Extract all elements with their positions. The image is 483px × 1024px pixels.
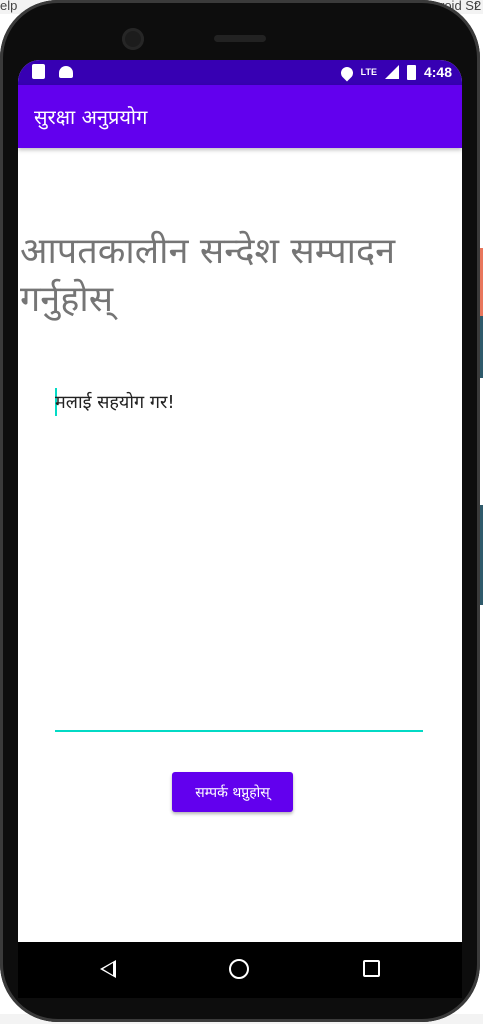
desktop-right-number: 2 bbox=[474, 0, 482, 13]
app-title: सुरक्षा अनुप्रयोग bbox=[34, 105, 148, 129]
phone-frame: LTE 4:48 सुरक्षा अनुप्रयोग आपतकालीन सन्द… bbox=[0, 0, 480, 1022]
speaker-grille bbox=[214, 35, 266, 42]
status-bar: LTE 4:48 bbox=[18, 60, 462, 85]
page-heading: आपतकालीन सन्देश सम्पादन गर्नुहोस् bbox=[20, 231, 396, 320]
recents-icon[interactable] bbox=[363, 960, 380, 977]
status-time: 4:48 bbox=[423, 64, 452, 80]
back-icon[interactable] bbox=[100, 960, 116, 978]
location-icon bbox=[338, 64, 356, 81]
emergency-message-field[interactable]: मलाई सहयोग गर! bbox=[55, 390, 175, 414]
desktop-menu-fragment: elp bbox=[0, 0, 18, 13]
camera-icon bbox=[122, 28, 144, 50]
lte-label: LTE bbox=[360, 67, 377, 77]
signal-icon bbox=[384, 65, 399, 79]
home-icon[interactable] bbox=[229, 959, 249, 979]
sd-card-icon bbox=[32, 64, 45, 79]
app-bar: सुरक्षा अनुप्रयोग bbox=[18, 85, 462, 148]
navigation-bar bbox=[18, 942, 462, 998]
device-screen: LTE 4:48 सुरक्षा अनुप्रयोग आपतकालीन सन्द… bbox=[18, 60, 462, 942]
android-icon bbox=[59, 66, 73, 78]
message-field-underline[interactable] bbox=[55, 730, 423, 732]
add-contact-button[interactable]: सम्पर्क थप्नुहोस् bbox=[172, 772, 293, 812]
battery-icon bbox=[406, 64, 416, 80]
